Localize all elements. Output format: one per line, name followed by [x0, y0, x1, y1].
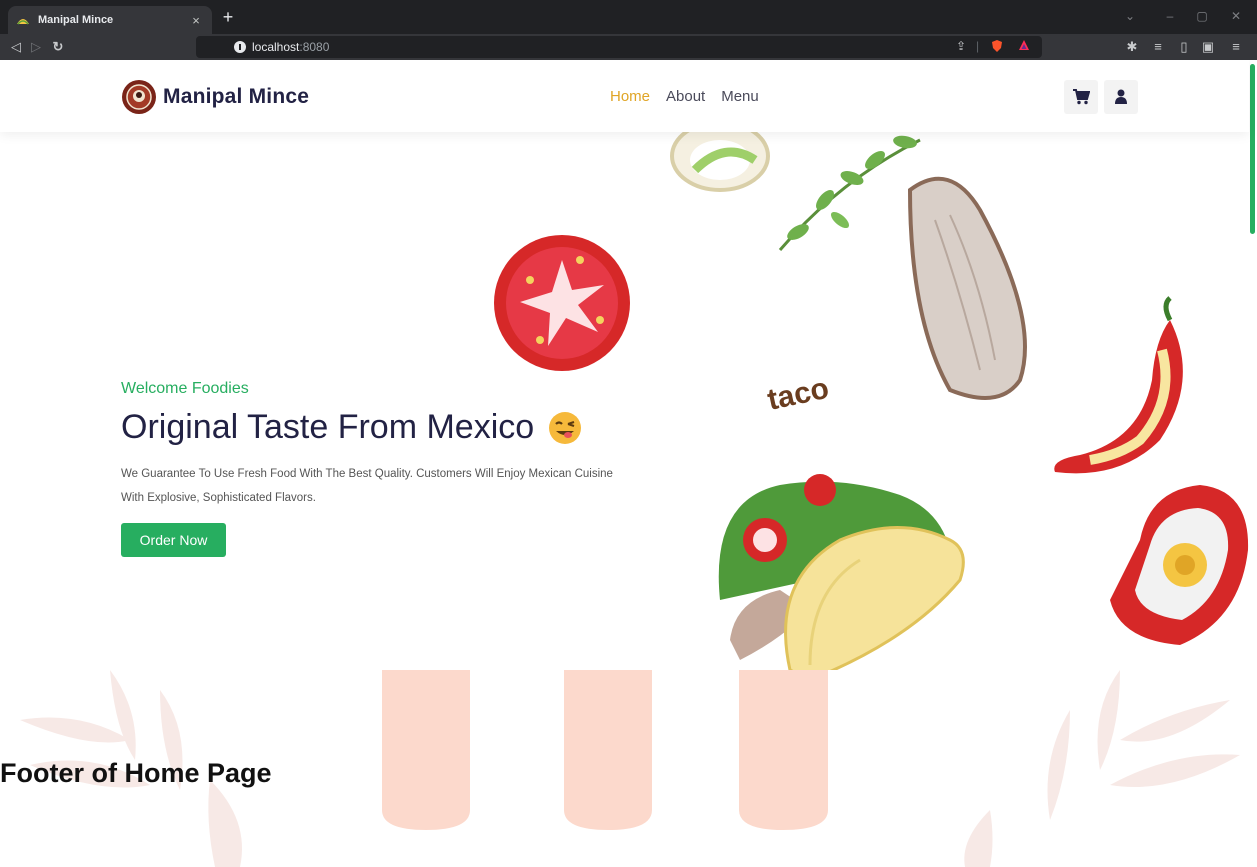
tab-search-icon[interactable]: ⌄: [1122, 9, 1138, 23]
brand-name: Manipal Mince: [163, 85, 310, 108]
wallet-icon[interactable]: ▣: [1200, 38, 1216, 56]
taco-illustration: taco: [718, 372, 965, 670]
menu-icon[interactable]: ≡: [1228, 38, 1244, 56]
site-header: Manipal Mince Home About Menu: [0, 60, 1249, 132]
hero-food-illustration: taco: [494, 120, 1249, 670]
almond-icon: [907, 176, 1027, 400]
page-viewport: taco Manipal Mince Home About Menu Welco…: [0, 60, 1257, 670]
forward-icon[interactable]: ▷: [28, 38, 44, 56]
scrollbar-thumb[interactable]: [1250, 64, 1255, 234]
sidebar-icon[interactable]: ▯: [1176, 38, 1192, 56]
bell-pepper-icon: [1110, 485, 1249, 645]
cart-icon: [1073, 89, 1090, 105]
order-now-button[interactable]: Order Now: [121, 523, 226, 557]
document-area: Footer of Home Page: [0, 670, 1257, 867]
tab-title: Manipal Mince: [38, 14, 114, 26]
site-info-icon[interactable]: [234, 41, 246, 53]
hero-title-text: Original Taste From Mexico: [121, 408, 535, 446]
back-icon[interactable]: ◁: [8, 38, 24, 56]
herb-icon: [778, 135, 921, 251]
minimize-icon[interactable]: –: [1162, 9, 1178, 23]
address-url: localhost:8080: [252, 40, 330, 54]
hero-subtitle: Welcome Foodies: [121, 380, 249, 397]
hero-title: Original Taste From Mexico: [121, 408, 582, 447]
user-button[interactable]: [1104, 80, 1138, 114]
page-scrollbar[interactable]: [1249, 60, 1257, 670]
reload-icon[interactable]: ↻: [50, 38, 66, 56]
onion-icon: [670, 120, 770, 192]
taco-art-text: taco: [765, 372, 832, 417]
nav-home[interactable]: Home: [610, 88, 650, 105]
hero-description: We Guarantee To Use Fresh Food With The …: [121, 468, 613, 504]
cart-button[interactable]: [1064, 80, 1098, 114]
chili-pepper-icon: [1054, 296, 1183, 474]
close-window-icon[interactable]: ✕: [1228, 9, 1244, 23]
share-icon[interactable]: ⇪: [956, 39, 966, 53]
brand-logo-icon: [122, 80, 156, 114]
user-icon: [1115, 89, 1127, 104]
address-bar[interactable]: localhost:8080 ⇪ |: [196, 36, 1042, 58]
document-heading: Footer of Home Page: [0, 758, 272, 788]
brand-link[interactable]: Manipal Mince: [121, 79, 309, 115]
tomato-slice-icon: [494, 235, 630, 371]
maximize-icon[interactable]: ▢: [1194, 9, 1210, 23]
browser-tab[interactable]: Manipal Mince ×: [8, 6, 212, 34]
new-tab-button[interactable]: +: [218, 8, 238, 26]
nav-about[interactable]: About: [666, 88, 705, 105]
screenshot-root: Manipal Mince × + ⌄ – ▢ ✕ ◁ ▷ ↻ localhos…: [0, 0, 1257, 867]
brave-rewards-icon[interactable]: [1018, 39, 1030, 54]
yum-face-emoji-icon: [549, 411, 582, 444]
brave-shields-icon[interactable]: [991, 39, 1003, 56]
browser-tab-bar: Manipal Mince × + ⌄ – ▢ ✕: [0, 0, 1257, 34]
browser-toolbar: ◁ ▷ ↻ localhost:8080 ⇪ | ✱ ≡ ▯ ▣ ≡: [0, 34, 1257, 60]
reading-list-icon[interactable]: ≡: [1150, 38, 1166, 56]
tab-close-icon[interactable]: ×: [188, 13, 204, 28]
extensions-icon[interactable]: ✱: [1124, 38, 1140, 56]
main-nav: Home About Menu: [610, 88, 759, 105]
nav-menu[interactable]: Menu: [721, 88, 759, 105]
taco-favicon-icon: [16, 13, 30, 27]
